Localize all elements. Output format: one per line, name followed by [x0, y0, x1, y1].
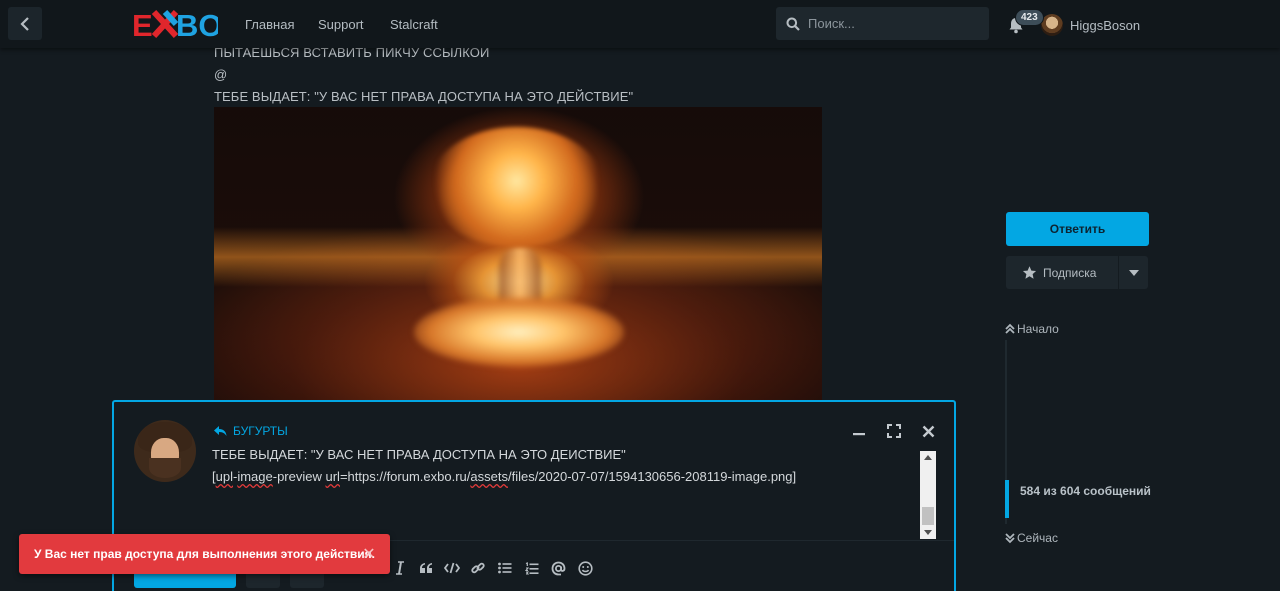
subscribe-dropdown-button[interactable]: [1119, 256, 1148, 289]
search-icon: [786, 17, 800, 31]
editor-line: ТЕБЕ ВЫДАЕТ: "У ВАС НЕТ ПРАВА ДОСТУПА НА…: [212, 450, 626, 462]
scroll-down-arrow[interactable]: [924, 530, 932, 535]
mention-button[interactable]: [548, 558, 568, 578]
scroll-up-arrow[interactable]: [924, 455, 932, 460]
username[interactable]: HiggsBoson: [1070, 18, 1140, 33]
minimize-icon: [853, 433, 865, 436]
explosion-base: [414, 297, 624, 367]
nav-support[interactable]: Support: [318, 17, 364, 32]
close-icon: ✕: [362, 546, 376, 563]
double-chevron-up-icon: [1005, 323, 1015, 334]
quote-button[interactable]: [416, 558, 436, 578]
code-button[interactable]: [442, 558, 462, 578]
svg-text:E: E: [132, 9, 153, 39]
subscribe-label: Подписка: [1043, 265, 1097, 280]
scrubber-now-label: Сейчас: [1017, 531, 1058, 545]
editor-scrollbar[interactable]: [920, 451, 936, 539]
composer-textarea[interactable]: ТЕБЕ ВЫДАЕТ: "У ВАС НЕТ ПРАВА ДОСТУПА НА…: [212, 450, 936, 540]
reply-arrow-icon: [214, 426, 227, 436]
italic-icon: [396, 561, 404, 575]
error-alert: У Вас нет прав доступа для выполнения эт…: [19, 534, 390, 574]
search-input[interactable]: [808, 16, 978, 31]
notification-badge[interactable]: 423: [1015, 9, 1044, 26]
emoji-button[interactable]: [575, 558, 595, 578]
alert-close-button[interactable]: ✕: [359, 544, 379, 564]
chevron-left-icon: [20, 16, 29, 31]
subscribe-button[interactable]: Подписка: [1006, 256, 1118, 289]
fullscreen-icon: [887, 424, 901, 438]
explosion-cap: [429, 127, 604, 247]
numbered-list-button[interactable]: [522, 558, 542, 578]
exbo-logo[interactable]: E BO: [132, 9, 218, 39]
mention-icon: [551, 561, 565, 575]
svg-text:BO: BO: [176, 9, 218, 39]
scrubber-handle[interactable]: [1005, 480, 1009, 518]
nav-stalcraft[interactable]: Stalcraft: [390, 17, 438, 32]
post-text-line: ТЕБЕ ВЫДАЕТ: "У ВАС НЕТ ПРАВА ДОСТУПА НА…: [214, 89, 634, 104]
reply-button[interactable]: Ответить: [1006, 212, 1149, 246]
header: E BO Главная Support Stalcraft 423 Higgs…: [0, 0, 1280, 48]
quote-icon: [420, 563, 432, 573]
fullscreen-button[interactable]: [885, 422, 903, 440]
editor-line: [upl-image-preview url=https://forum.exb…: [212, 469, 797, 484]
scrubber-now[interactable]: Сейчас: [1005, 531, 1058, 545]
minimize-button[interactable]: [850, 422, 868, 440]
link-button[interactable]: [468, 558, 488, 578]
alert-message: У Вас нет прав доступа для выполнения эт…: [34, 547, 375, 561]
nav-home[interactable]: Главная: [245, 17, 294, 32]
close-icon: [922, 425, 934, 437]
close-composer-button[interactable]: [919, 422, 937, 440]
scrubber-start[interactable]: Начало: [1005, 322, 1059, 336]
logo-image: E BO: [132, 9, 218, 39]
reply-to-discussion[interactable]: БУГУРТЫ: [213, 424, 288, 438]
italic-button[interactable]: [390, 558, 410, 578]
star-icon: [1022, 266, 1037, 279]
bullet-list-icon: [498, 562, 512, 574]
composer-avatar: [134, 420, 196, 482]
emoji-icon: [577, 560, 593, 576]
double-chevron-down-icon: [1005, 533, 1015, 544]
numbered-list-icon: [525, 561, 539, 574]
scrubber-start-label: Начало: [1017, 322, 1059, 336]
reply-to-title: БУГУРТЫ: [233, 424, 288, 438]
link-icon: [471, 562, 485, 574]
post-text-line: @: [214, 67, 228, 82]
avatar-beard: [149, 458, 181, 478]
code-icon: [444, 562, 460, 574]
scroll-thumb[interactable]: [922, 507, 934, 525]
bullet-list-button[interactable]: [495, 558, 515, 578]
scrubber-position: 584 из 604 сообщений: [1020, 484, 1151, 498]
back-button[interactable]: [8, 7, 42, 40]
avatar[interactable]: [1041, 14, 1063, 36]
caret-down-icon: [1128, 269, 1139, 276]
post-image-explosion[interactable]: [214, 107, 822, 401]
search-box[interactable]: [776, 7, 989, 40]
